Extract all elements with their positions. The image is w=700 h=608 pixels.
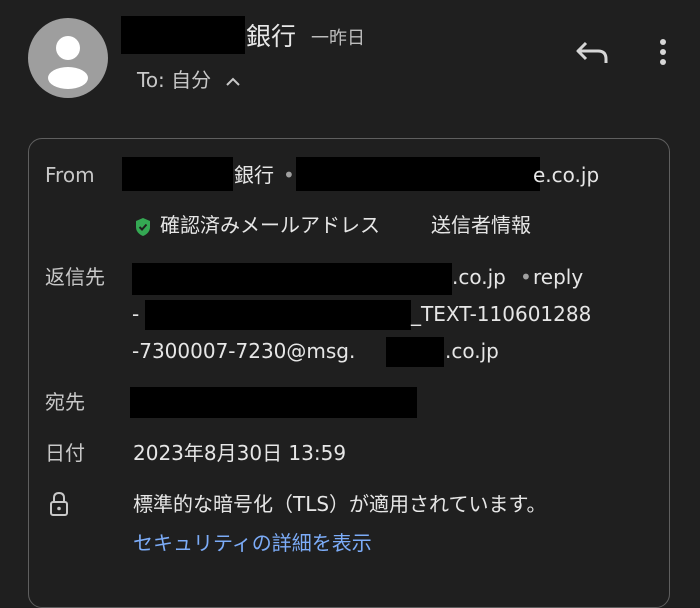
verified-shield-icon — [134, 217, 152, 241]
date-value: 2023年8月30日 13:59 — [133, 441, 347, 465]
from-email-tail: e.co.jp — [533, 163, 600, 187]
reply-button[interactable] — [572, 34, 612, 70]
reply-to-line1-reply: reply — [533, 265, 584, 289]
avatar — [28, 18, 108, 98]
to-label: To: 自分 — [137, 68, 212, 92]
reply-to-line1-tail: .co.jp — [452, 265, 506, 289]
reply-icon — [576, 41, 608, 63]
redacted-from-email — [296, 157, 540, 191]
encryption-text: 標準的な暗号化（TLS）が適用されています。 — [133, 492, 547, 516]
lock-icon — [48, 491, 70, 521]
recipients-toggle[interactable]: To: 自分 — [137, 66, 242, 96]
reply-to-line3-tail: .co.jp — [445, 339, 499, 363]
reply-to-separator: • — [520, 265, 532, 289]
from-name-suffix: 銀行 — [234, 163, 274, 187]
person-avatar-icon — [48, 36, 88, 89]
redacted-from-name — [122, 157, 233, 191]
sent-time: 一昨日 — [311, 28, 365, 49]
to-recipient-label: 宛先 — [45, 390, 85, 414]
reply-to-line3-prefix: -7300007-7230@msg. — [132, 339, 356, 363]
more-options-button[interactable] — [650, 34, 676, 70]
date-label: 日付 — [45, 441, 85, 465]
sender-info-link[interactable]: 送信者情報 — [431, 211, 531, 239]
redacted-reply-to-line3 — [386, 337, 444, 367]
more-vert-icon — [660, 39, 666, 65]
redacted-reply-to-line1 — [132, 263, 452, 295]
redacted-reply-to-line2 — [145, 300, 411, 330]
redacted-to-address — [130, 387, 417, 418]
reply-to-label: 返信先 — [45, 265, 105, 289]
verified-address-text: 確認済みメールアドレス — [160, 213, 380, 237]
from-label: From — [45, 163, 95, 187]
chevron-up-icon — [224, 68, 242, 96]
reply-to-line2-prefix: - — [132, 302, 140, 326]
reply-to-line2-tail: _TEXT-110601288 — [411, 302, 592, 326]
redacted-sender-name — [121, 16, 245, 54]
sender-name: 銀行 — [246, 22, 297, 51]
security-details-link[interactable]: セキュリティの詳細を表示 — [133, 529, 372, 557]
from-separator: • — [283, 163, 295, 187]
